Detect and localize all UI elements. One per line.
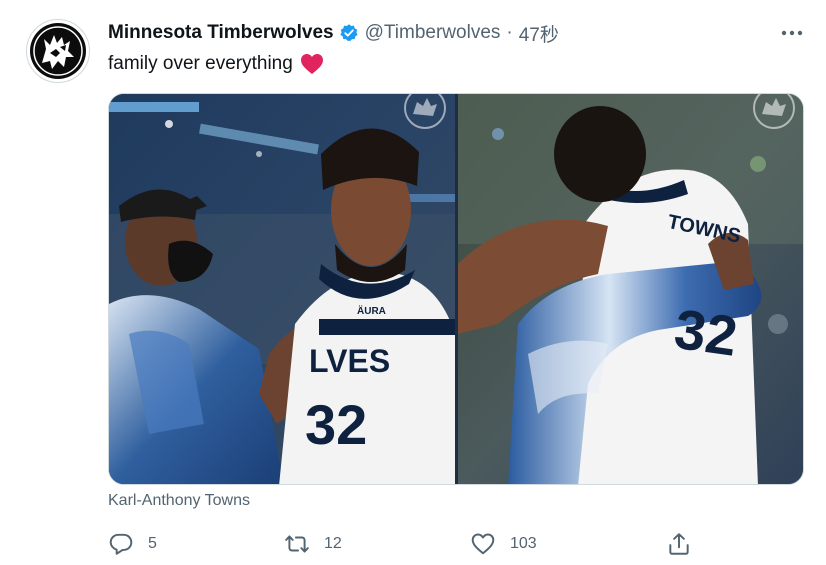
jersey-number-back-text: 32	[671, 297, 741, 368]
photo-left[interactable]: ÄURA LVES 32	[109, 94, 455, 484]
tweet-text: family over everything	[108, 53, 293, 74]
photo-right[interactable]: TOWNS 32	[458, 94, 803, 484]
share-button[interactable]	[666, 530, 692, 558]
retweet-count: 12	[324, 535, 342, 552]
avatar[interactable]	[26, 19, 90, 83]
tweet-header: Minnesota Timberwolves @Timberwolves · 4…	[108, 20, 559, 46]
separator-dot: ·	[506, 22, 513, 43]
display-name[interactable]: Minnesota Timberwolves	[108, 22, 334, 44]
media-grid[interactable]: ÄURA LVES 32 TOWNS 32	[108, 93, 804, 485]
reply-button[interactable]: 5	[108, 530, 157, 558]
verified-badge-icon	[339, 23, 359, 43]
handle[interactable]: @Timberwolves	[365, 22, 501, 44]
like-count: 103	[510, 535, 537, 552]
reply-count: 5	[148, 535, 157, 552]
jersey-sponsor-text: ÄURA	[357, 304, 386, 317]
heart-emoji-icon	[300, 53, 324, 75]
like-button[interactable]: 103	[470, 530, 537, 558]
timestamp[interactable]: 47秒	[519, 20, 559, 47]
share-icon	[666, 531, 692, 557]
more-icon[interactable]	[778, 20, 806, 46]
timberwolves-logo-icon	[30, 23, 86, 79]
tweet-text-row: family over everything	[108, 50, 324, 78]
retweet-icon	[284, 531, 310, 557]
tweet[interactable]: Minnesota Timberwolves @Timberwolves · 4…	[0, 0, 826, 565]
media-caption[interactable]: Karl-Anthony Towns	[108, 492, 250, 510]
retweet-button[interactable]: 12	[284, 530, 342, 558]
like-icon	[470, 531, 496, 557]
jersey-team-text: LVES	[309, 343, 390, 379]
jersey-number-text: 32	[305, 393, 367, 456]
reply-icon	[108, 531, 134, 557]
